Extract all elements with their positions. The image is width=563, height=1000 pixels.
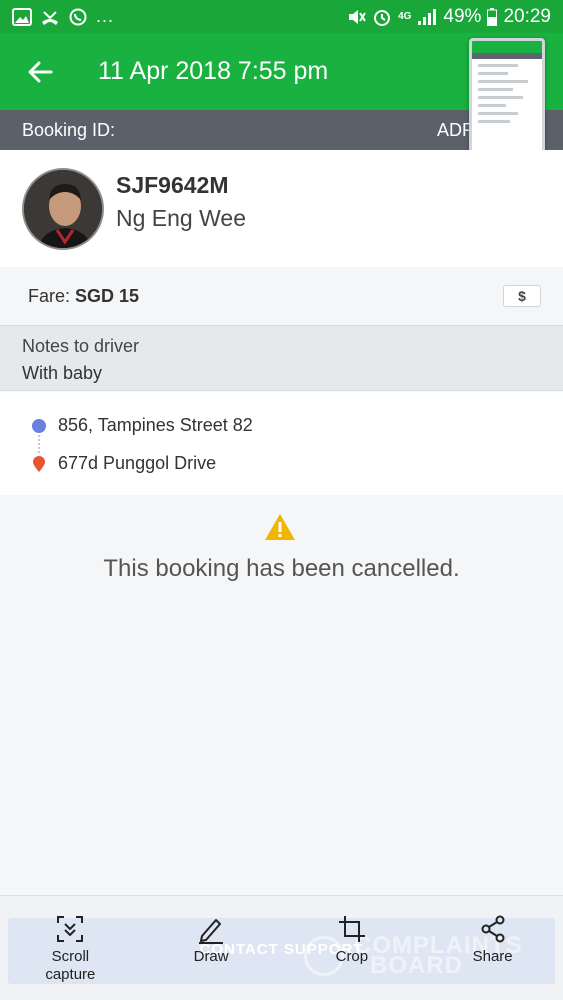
route-connector: [38, 435, 40, 453]
dropoff-row: 677d Punggol Drive: [32, 453, 216, 474]
alarm-icon: [374, 9, 391, 26]
cash-payment-icon: $: [503, 285, 541, 307]
driver-photo: [24, 169, 102, 248]
driver-name: Ng Eng Wee: [116, 204, 246, 231]
status-left: ...: [12, 6, 114, 27]
dropoff-address: 677d Punggol Drive: [58, 453, 217, 473]
booking-id-label: Booking ID:: [22, 119, 116, 140]
fare-label: Fare:: [28, 285, 71, 306]
arrow-left-icon: [28, 61, 53, 82]
draw-icon: [199, 919, 224, 944]
crop-label: Crop: [335, 948, 369, 965]
route-card: 856, Tampines Street 82 677d Punggol Dri…: [0, 392, 563, 495]
notes-value: With baby: [22, 363, 103, 383]
pickup-address: 856, Tampines Street 82: [58, 415, 253, 435]
vehicle-plate: SJF9642M: [116, 171, 229, 198]
mute-icon: [349, 9, 366, 24]
signal-icon: [418, 8, 437, 25]
fare-value: SGD 15: [75, 285, 140, 306]
cancelled-message: This booking has been cancelled.: [103, 555, 460, 582]
driver-info: SJF9642M Ng Eng Wee: [116, 172, 246, 232]
crop-icon: [338, 916, 365, 942]
battery-icon: [487, 7, 498, 26]
share-icon: [481, 915, 505, 943]
pickup-dot-icon: [32, 418, 46, 433]
fare-row: Fare: SGD 15 $: [0, 267, 563, 325]
network-type: 4G: [398, 10, 412, 22]
scroll-capture-label: Scroll capture: [45, 948, 96, 983]
crop-button[interactable]: Crop: [302, 910, 402, 990]
driver-card: SJF9642M Ng Eng Wee: [0, 150, 563, 267]
share-label: Share: [472, 948, 513, 965]
scroll-capture-icon: [57, 916, 84, 942]
draw-button[interactable]: Draw: [161, 910, 261, 990]
scroll-capture-button[interactable]: Scroll capture: [20, 910, 120, 990]
status-right: 4G 49% 20:29: [346, 6, 551, 28]
status-bar: ... 4G 49% 20:29: [0, 0, 563, 33]
pickup-row: 856, Tampines Street 82: [32, 415, 253, 436]
draw-label: Draw: [193, 948, 229, 965]
battery-percent: 49%: [443, 5, 482, 27]
driver-avatar: [22, 167, 104, 250]
warning-icon: [265, 514, 295, 540]
gallery-icon: [12, 7, 32, 26]
clock: 20:29: [503, 5, 551, 27]
dropoff-pin-icon: [33, 455, 45, 472]
cancelled-state: This booking has been cancelled.: [0, 495, 563, 895]
back-button[interactable]: [0, 33, 80, 110]
share-button[interactable]: Share: [443, 910, 543, 990]
missed-call-icon: [42, 10, 58, 25]
more-notifications: ...: [96, 6, 115, 26]
notes-label: Notes to driver: [22, 336, 140, 356]
whatsapp-icon: [69, 8, 87, 25]
screenshot-toolbar: Scroll capture Draw Crop Share: [0, 910, 563, 990]
notes-to-driver: Notes to driver With baby: [0, 325, 563, 391]
screenshot-thumbnail[interactable]: [469, 38, 545, 165]
page-title: 11 Apr 2018 7:55 pm: [98, 57, 329, 85]
